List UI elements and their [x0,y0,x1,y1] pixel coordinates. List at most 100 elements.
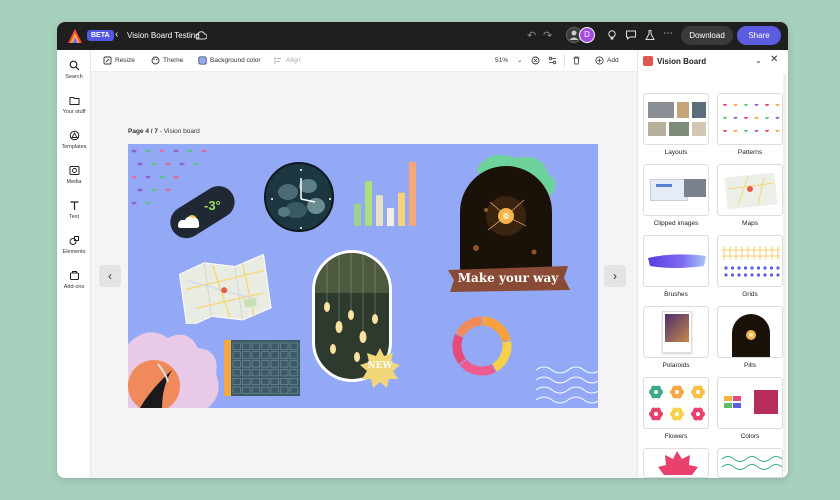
map-image[interactable] [176,253,276,329]
bar-mark [354,203,361,226]
theme-icon [151,56,160,65]
calendar-cell [242,351,251,359]
lightbulb-icon[interactable] [606,29,618,41]
heart-icon [193,162,199,166]
grids-thumbnail [717,235,783,287]
heart-icon [765,116,769,120]
calendar-cell [232,360,241,368]
delete-tool[interactable] [572,56,581,65]
undo-icon[interactable]: ↶ [527,29,536,42]
redo-icon[interactable]: ↷ [543,29,552,42]
addons-icon [69,271,79,280]
zoom-select[interactable]: 51% ⌄ [495,56,522,65]
add-page-button[interactable]: Add [595,56,619,65]
tile-grids[interactable]: Grids [717,235,783,298]
heart-icon [159,175,165,179]
vision-board-panel: Vision Board ⌄ ✕ Layouts Patterns Clippe… [637,50,788,478]
heart-icon [173,149,179,153]
new-badge[interactable]: NEW [358,346,402,390]
tile-brushes[interactable]: Brushes [643,235,709,298]
rail-item-media[interactable]: Media [57,165,91,185]
align-label: Align [286,57,301,64]
color-swatch-icon [198,56,207,65]
rail-item-add-ons[interactable]: Add-ons [57,270,91,290]
share-button[interactable]: Share [737,26,781,45]
more-options-icon[interactable]: ⋯ [663,28,675,40]
rail-label: Text [68,214,80,220]
flask-icon[interactable] [644,29,656,41]
tile-patterns[interactable]: Patterns [717,93,783,156]
calendar-cell [270,342,279,350]
heart-icon [733,129,738,133]
vision-board-icon [643,56,653,66]
background-color-tool[interactable]: Background color [198,56,261,65]
panel-scrollbar[interactable] [783,74,786,472]
tile-label: Pills [744,362,756,369]
calendar-cell [261,342,270,350]
align-tool[interactable]: Align [274,56,300,65]
page-name: - Vision board [158,128,200,135]
tile-pills[interactable]: Pills [717,306,783,369]
chevron-down-icon[interactable]: ⌄ [755,56,762,65]
calendar-cell [270,369,279,377]
calendar-cell [232,342,241,350]
rail-label: Add-ons [63,284,85,290]
stone-clock-image[interactable] [264,162,334,232]
tile-shapes-partial[interactable] [643,448,709,478]
vision-board-canvas[interactable]: -3° Make your way NEW [128,144,598,408]
animate-tool[interactable] [531,56,540,65]
wave-lines-pattern[interactable] [534,364,598,408]
close-icon[interactable]: ✕ [770,54,778,65]
heart-icon [744,103,748,107]
grid-dot [750,266,754,270]
back-chevron-icon[interactable]: ‹ [115,29,118,40]
map-icon [178,253,272,329]
adobe-express-logo-icon[interactable] [67,28,83,44]
pills-thumbnail [717,306,783,358]
resize-tool[interactable]: Resize [103,56,135,65]
grid-dot [743,273,748,277]
comment-icon[interactable] [625,29,637,41]
calendar-grid[interactable] [224,340,300,396]
cloud-icon[interactable] [195,30,207,40]
cloud-sculpture-image[interactable] [128,324,228,408]
maps-thumbnail [717,164,783,216]
make-your-way-banner[interactable]: Make your way [444,264,572,294]
download-button[interactable]: Download [681,26,733,45]
tile-maps[interactable]: Maps [717,164,783,227]
rail-item-search[interactable]: Search [57,60,91,80]
grid-dot [756,273,761,277]
tile-clipped-images[interactable]: Clipped images [643,164,709,227]
tile-waves-partial[interactable] [717,448,783,478]
sparkler-arch-image[interactable] [446,152,566,272]
add-label: Add [607,57,619,64]
rail-item-templates[interactable]: Templates [57,130,91,150]
more-tools[interactable] [548,56,557,65]
heart-icon [754,116,759,120]
tile-layouts[interactable]: Layouts [643,93,709,156]
donut-segment [490,339,513,373]
elements-icon [69,236,79,245]
rail-item-text[interactable]: Text [57,200,91,220]
flower-center [654,390,658,394]
bar-graphic[interactable] [352,158,418,228]
calendar-cell [242,369,251,377]
rail-item-elements[interactable]: Elements [57,235,91,255]
calendar-cell [270,386,279,394]
theme-tool[interactable]: Theme [151,56,183,65]
toolbar-divider [564,55,565,67]
tile-colors[interactable]: Colors [717,377,783,440]
theme-label: Theme [163,57,184,64]
next-page-button[interactable]: › [604,265,626,287]
document-title[interactable]: Vision Board Testing [127,31,200,40]
weather-sticker[interactable]: -3° [166,186,240,240]
tile-flowers[interactable]: Flowers [643,377,709,440]
heart-icon [723,129,727,133]
rail-item-your-stuff[interactable]: Your stuff [57,95,91,115]
rail-label: Search [65,74,83,80]
donut-ring[interactable] [446,310,518,382]
previous-page-button[interactable]: ‹ [99,265,121,287]
zoom-value: 51% [495,56,509,64]
user-avatar[interactable]: D [579,27,595,43]
tile-polaroids[interactable]: Polaroids [643,306,709,369]
